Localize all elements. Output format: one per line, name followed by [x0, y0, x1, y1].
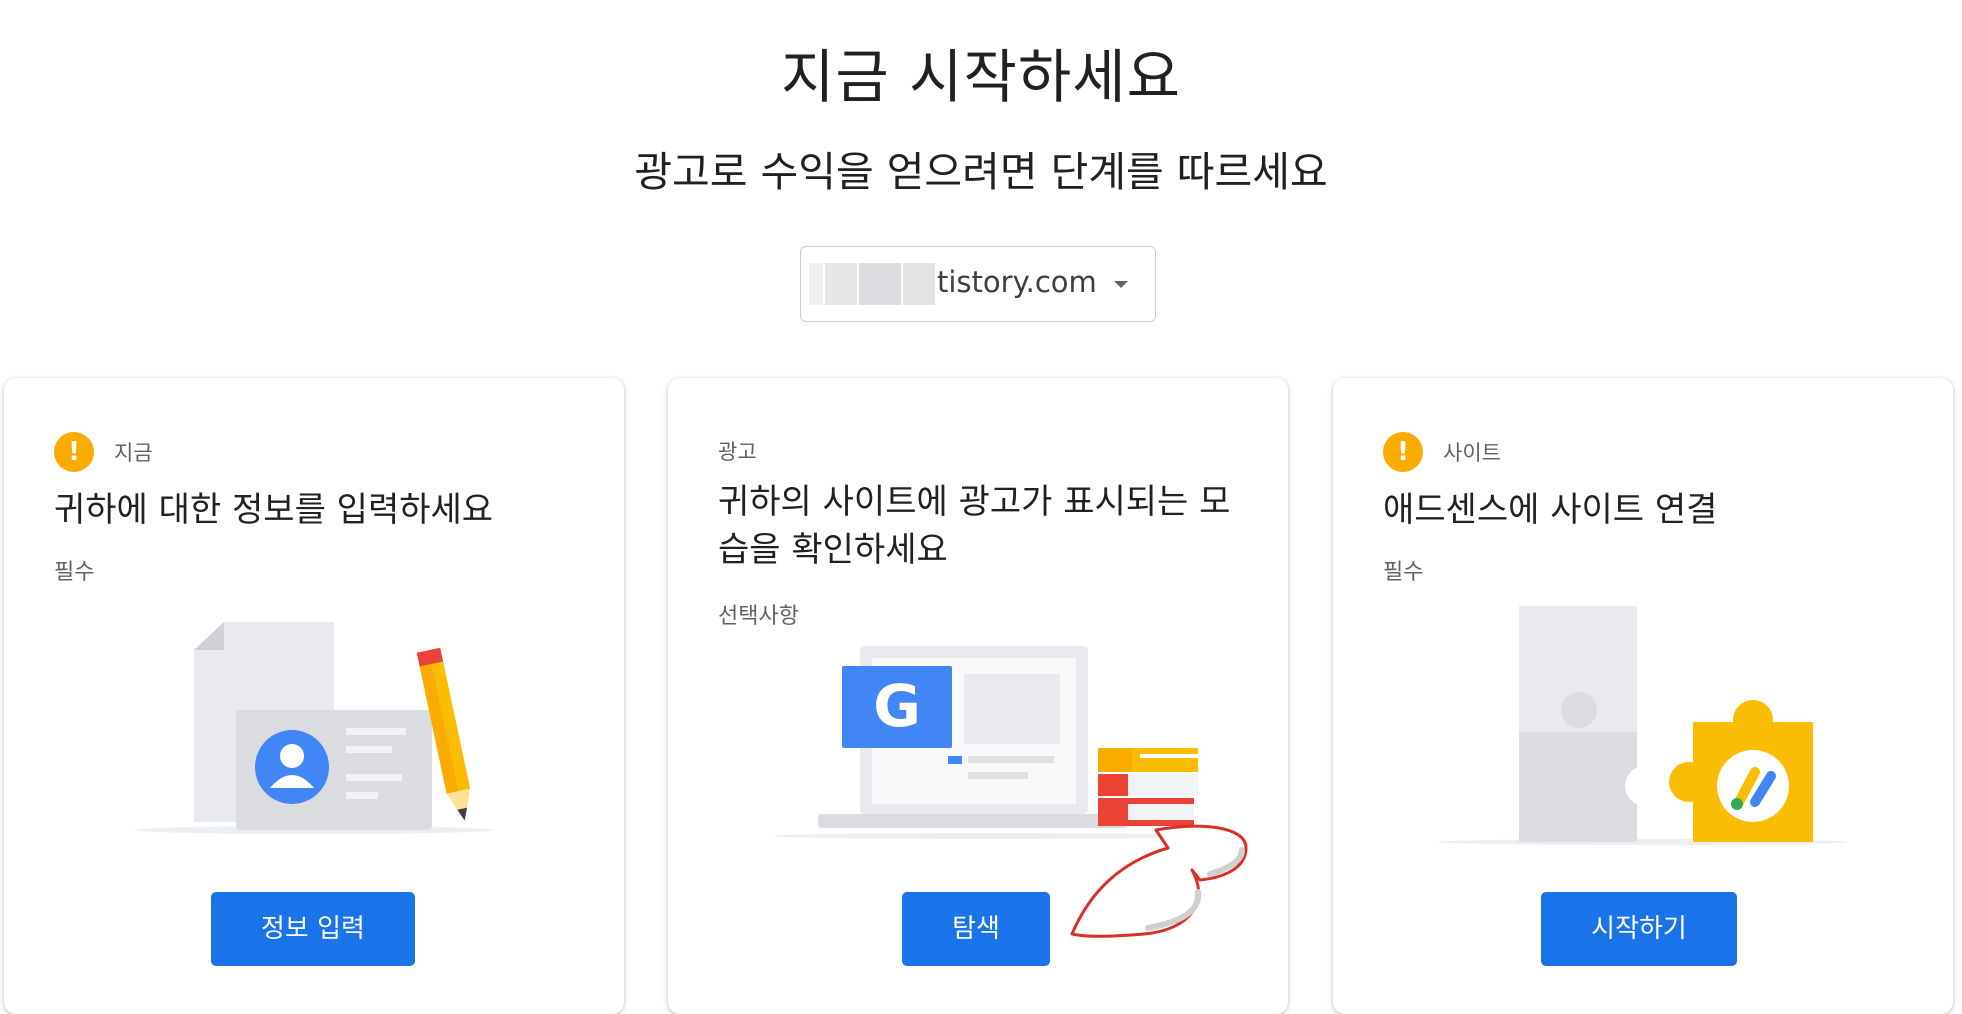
site-dropdown[interactable]: tistory.com — [800, 246, 1156, 322]
annotation-arrow-icon — [1070, 824, 1248, 938]
card-heading: 귀하의 사이트에 광고가 표시되는 모습을 확인하세요 — [718, 482, 1231, 570]
id-card-illustration — [134, 622, 494, 834]
dropdown-arrow-icon — [1114, 281, 1128, 288]
card-requirement: 선택사항 — [718, 604, 799, 629]
redacted-site-prefix — [859, 263, 901, 305]
selected-site: tistory.com — [937, 265, 1097, 299]
card-status-row: ! 사이트 — [1383, 432, 1501, 472]
explore-button[interactable]: 탐색 — [902, 892, 1050, 966]
enter-info-button[interactable]: 정보 입력 — [211, 892, 415, 966]
redacted-site-prefix — [903, 263, 935, 305]
card-status-label: 사이트 — [1443, 441, 1501, 465]
redacted-site-prefix — [809, 263, 823, 305]
card-payment-info: ! 지금 귀하에 대한 정보를 입력하세요 필수 정보 입력 — [4, 378, 624, 1014]
card-status-label: 지금 — [114, 441, 153, 465]
card-heading: 애드센스에 사이트 연결 — [1383, 490, 1718, 530]
laptop-illustration: G — [773, 646, 1203, 839]
get-started-button[interactable]: 시작하기 — [1541, 892, 1737, 966]
card-heading: 귀하에 대한 정보를 입력하세요 — [54, 490, 494, 530]
puzzle-illustration — [1438, 606, 1848, 845]
card-requirement: 필수 — [1383, 560, 1424, 585]
card-connect-site: ! 사이트 애드센스에 사이트 연결 필수 시작하기 — [1333, 378, 1953, 1014]
card-requirement: 필수 — [54, 560, 95, 585]
warning-icon: ! — [1383, 432, 1423, 472]
card-status-label: 광고 — [718, 440, 757, 464]
warning-icon: ! — [54, 432, 94, 472]
page-subtitle: 광고로 수익을 얻으려면 단계를 따르세요 — [634, 148, 1328, 196]
card-status-row: ! 지금 — [54, 432, 153, 472]
redacted-site-prefix — [825, 263, 857, 305]
svg-text:G: G — [873, 672, 921, 740]
page-title: 지금 시작하세요 — [781, 43, 1181, 111]
